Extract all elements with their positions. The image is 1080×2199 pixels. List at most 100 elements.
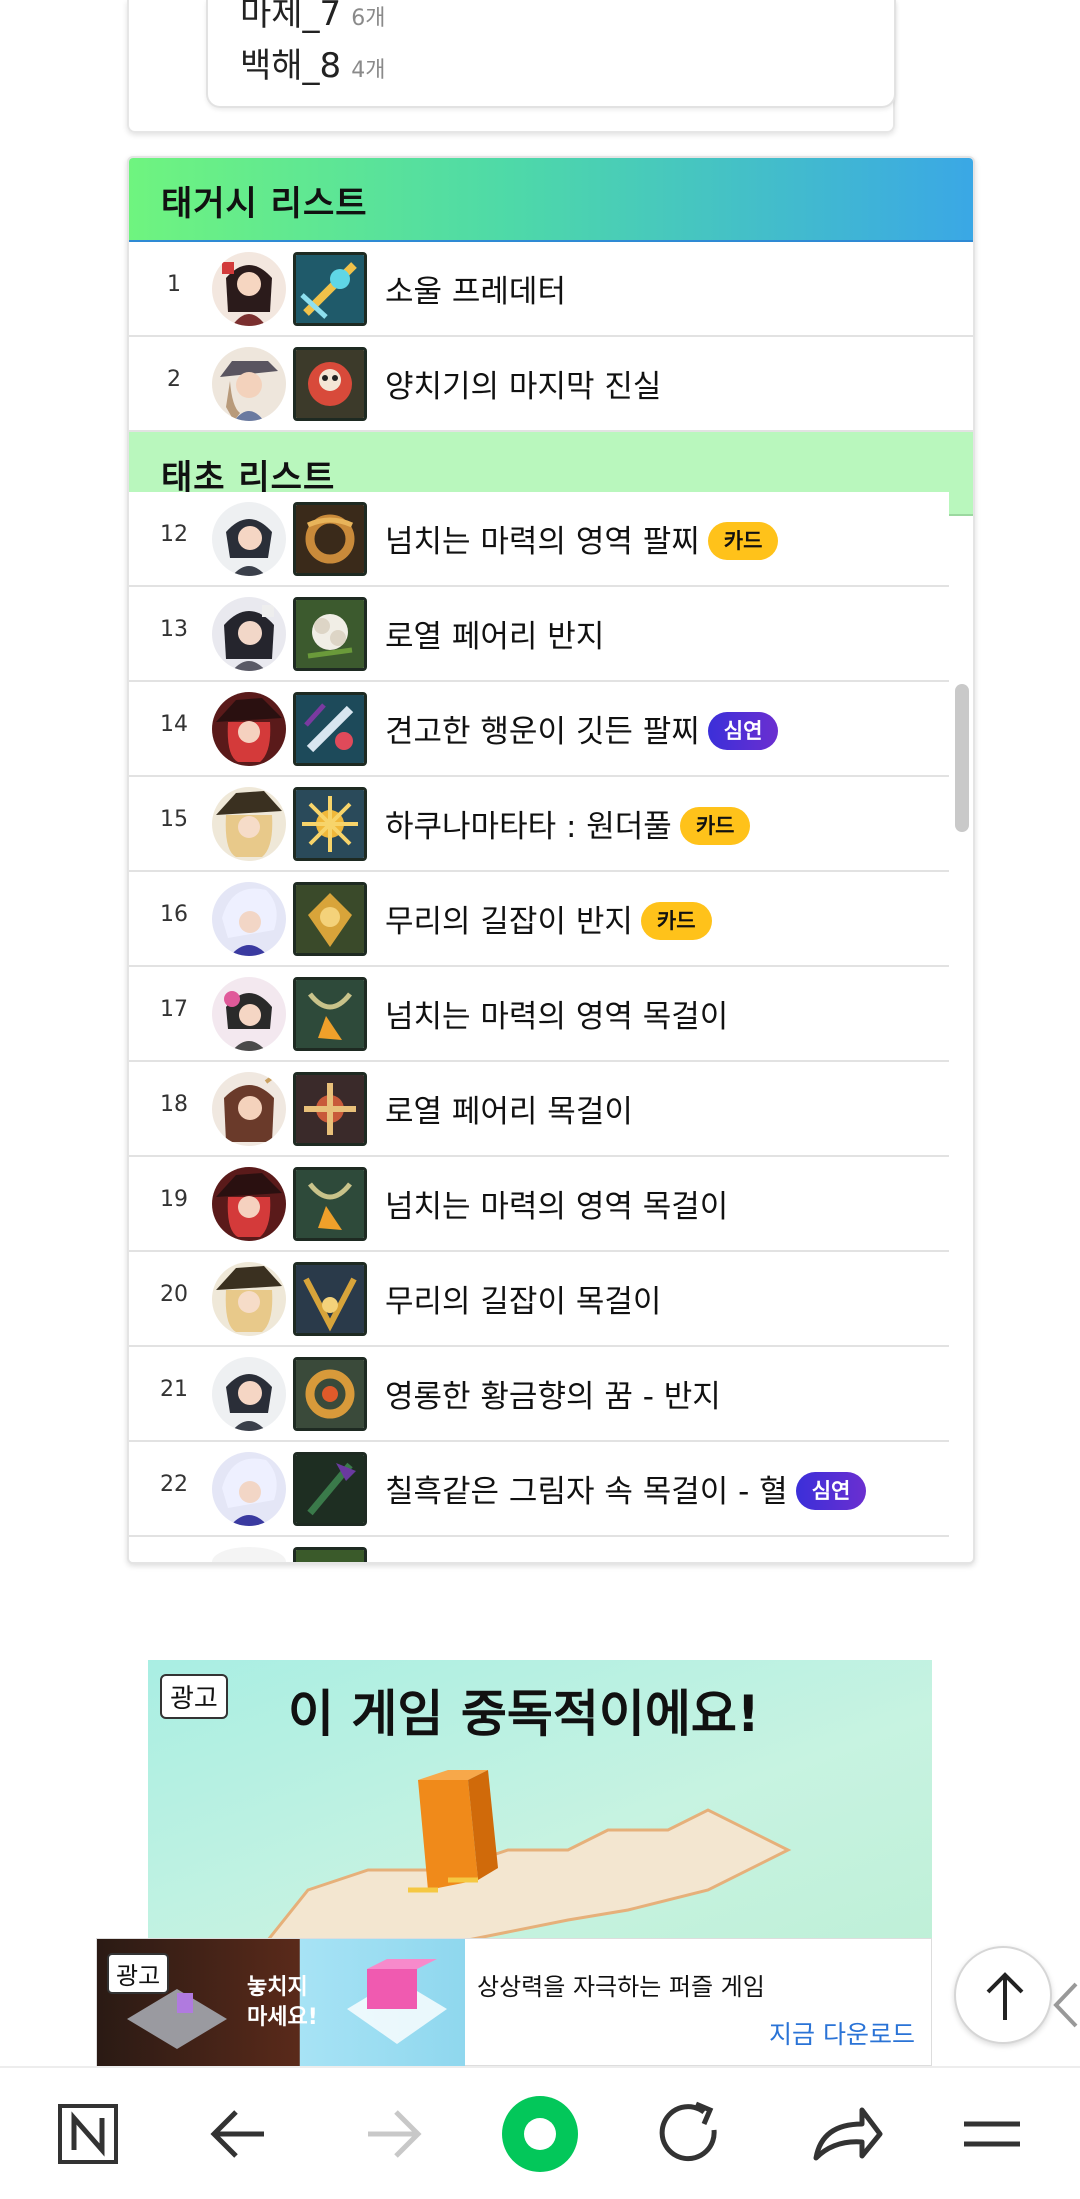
rank-number: 19 [160,1187,188,1212]
rank-number: 15 [160,807,188,832]
character-avatar [212,502,286,576]
rank-number: 16 [160,902,188,927]
character-avatar [212,977,286,1051]
item-name: 무리의 길잡이 목걸이 [385,1276,661,1321]
list-item[interactable]: 22 칠흑같은 그림자 속 목걸이 - 혈 심연 [129,1442,949,1537]
item-name-text: 견고한 행운이 깃든 팔찌 [385,714,700,750]
ad-label: 광고 [160,1674,228,1719]
list-item[interactable]: 13 로열 페어리 반지 [129,587,949,682]
item-icon [293,347,367,421]
banner-image: 광고 놓치지 마세요! [97,1939,465,2067]
browser-bottom-nav [0,2066,1080,2199]
item-name-text: 소울 프레데터 [385,274,566,310]
item-name-text: 무리의 길잡이 목걸이 [385,1284,662,1320]
character-avatar [212,1072,286,1146]
character-avatar [212,1357,286,1431]
item-name-text: 양치기의 마지막 진실 [385,369,662,405]
character-avatar [212,252,286,326]
list-item[interactable]: 19 넘치는 마력의 영역 목걸이 [129,1157,949,1252]
rank-number: 12 [160,522,188,547]
list-item[interactable]: 16 무리의 길잡이 반지 카드 [129,872,949,967]
back-arrow-icon[interactable] [180,2068,300,2199]
rank-number: 13 [160,617,188,642]
chevron-left-icon[interactable] [1050,1980,1080,2030]
rank-number: 21 [160,1377,188,1402]
item-icon [293,1357,367,1431]
item-icon [293,597,367,671]
banner-puzzle-art [127,1989,227,2049]
character-avatar [212,692,286,766]
item-name: 무리의 길잡이 반지 카드 [385,896,712,943]
item-name-text: 무리의 길잡이 반지 [385,904,633,940]
list-item[interactable]: 2 양치기의 마지막 진실 [129,337,973,432]
count-row: 백해_8 4개 [240,38,385,87]
list-item[interactable]: 20 무리의 길잡이 목걸이 [129,1252,949,1347]
banner-image-text: 놓치지 마세요! [247,1975,318,2030]
item-icon [293,502,367,576]
item-list-panel: 태거시 리스트 1 소울 프레데터 2 양치기의 마지막 진실 태초 리스트 1… [127,156,975,1564]
count-value: 6개 [351,6,386,31]
rank-number: 18 [160,1092,188,1117]
item-name-text: 영롱한 황금향의 꿈 - 반지 [385,1379,721,1415]
naver-home-icon[interactable] [28,2068,148,2199]
item-name-text: 넘치는 마력의 영역 목걸이 [385,1189,729,1225]
item-name: 넘치는 마력의 영역 팔찌 카드 [385,516,779,563]
item-name: 영롱한 황금향의 꿈 - 반지 [385,1371,721,1416]
character-avatar [212,1547,286,1562]
count-value: 4개 [351,58,386,83]
banner-download-link[interactable]: 지금 다운로드 [769,2015,915,2051]
rank-number: 1 [167,272,181,297]
item-name: 로열 페어리 목걸이 [385,1086,633,1131]
character-avatar [212,882,286,956]
ad-headline: 이 게임 중독적이에요! [288,1685,760,1743]
character-avatar [212,347,286,421]
item-name-text: 칠흑같은 그림자 속 목걸이 - 혈 [385,1474,788,1510]
game-ad[interactable]: 광고 이 게임 중독적이에요! [148,1660,932,1940]
item-icon [293,882,367,956]
menu-icon[interactable] [932,2068,1052,2199]
list-item[interactable]: 17 넘치는 마력의 영역 목걸이 [129,967,949,1062]
character-avatar [212,787,286,861]
item-name: 하쿠나마타타 : 원더풀 카드 [385,801,751,848]
list-item[interactable]: 12 넘치는 마력의 영역 팔찌 카드 [129,492,949,587]
green-dot-icon[interactable] [480,2068,600,2199]
item-name: 소울 프레데터 [385,266,566,311]
rank-number: 2 [167,367,181,392]
tg-list-title: 태거시 리스트 [161,184,368,224]
rank-number: 17 [160,997,188,1022]
deep-badge: 심연 [795,1471,867,1510]
list-item[interactable]: 14 견고한 행운이 깃든 팔찌 심연 [129,682,949,777]
item-icon [293,1452,367,1526]
item-name-text: 로열 페어리 목걸이 [385,1094,633,1130]
share-icon[interactable] [782,2068,902,2199]
ad-puzzle-image [266,1770,792,1940]
refresh-icon[interactable] [630,2068,750,2199]
rank-number: 22 [160,1472,188,1497]
item-name-text: 넘치는 마력의 영역 팔찌 [385,524,700,560]
item-icon [293,1547,367,1562]
list-item[interactable]: 15 하쿠나마타타 : 원더풀 카드 [129,777,949,872]
list-item[interactable]: 18 로열 페어리 목걸이 [129,1062,949,1157]
card-badge: 카드 [707,521,779,560]
count-row: 마제_7 6개 [240,0,385,35]
list-scrollbar-thumb[interactable] [955,684,969,832]
banner-block-art [347,1959,447,2044]
list-item[interactable]: 1 소울 프레데터 [129,242,973,337]
scroll-to-top-button[interactable] [954,1946,1052,2044]
character-avatar [212,597,286,671]
card-badge: 카드 [640,901,712,940]
forward-arrow-icon[interactable] [332,2068,452,2199]
tg-list-header: 태거시 리스트 [129,158,973,242]
banner-ad[interactable]: 광고 놓치지 마세요! 상상력을 자극하는 퍼즐 게임 지금 다운로드 [96,1938,932,2067]
item-name-text: 넘치는 마력의 영역 목걸이 [385,999,729,1035]
list-item[interactable]: 21 영롱한 황금향의 꿈 - 반지 [129,1347,949,1442]
arrow-up-icon [986,1972,1024,2020]
banner-description: 상상력을 자극하는 퍼즐 게임 [477,1973,765,2001]
list-item[interactable] [129,1537,949,1562]
character-avatar [212,1262,286,1336]
count-label: 마제_7 [240,0,342,34]
item-name: 양치기의 마지막 진실 [385,361,661,406]
item-icon [293,1262,367,1336]
count-label: 백해_8 [240,46,342,86]
item-icon [293,252,367,326]
